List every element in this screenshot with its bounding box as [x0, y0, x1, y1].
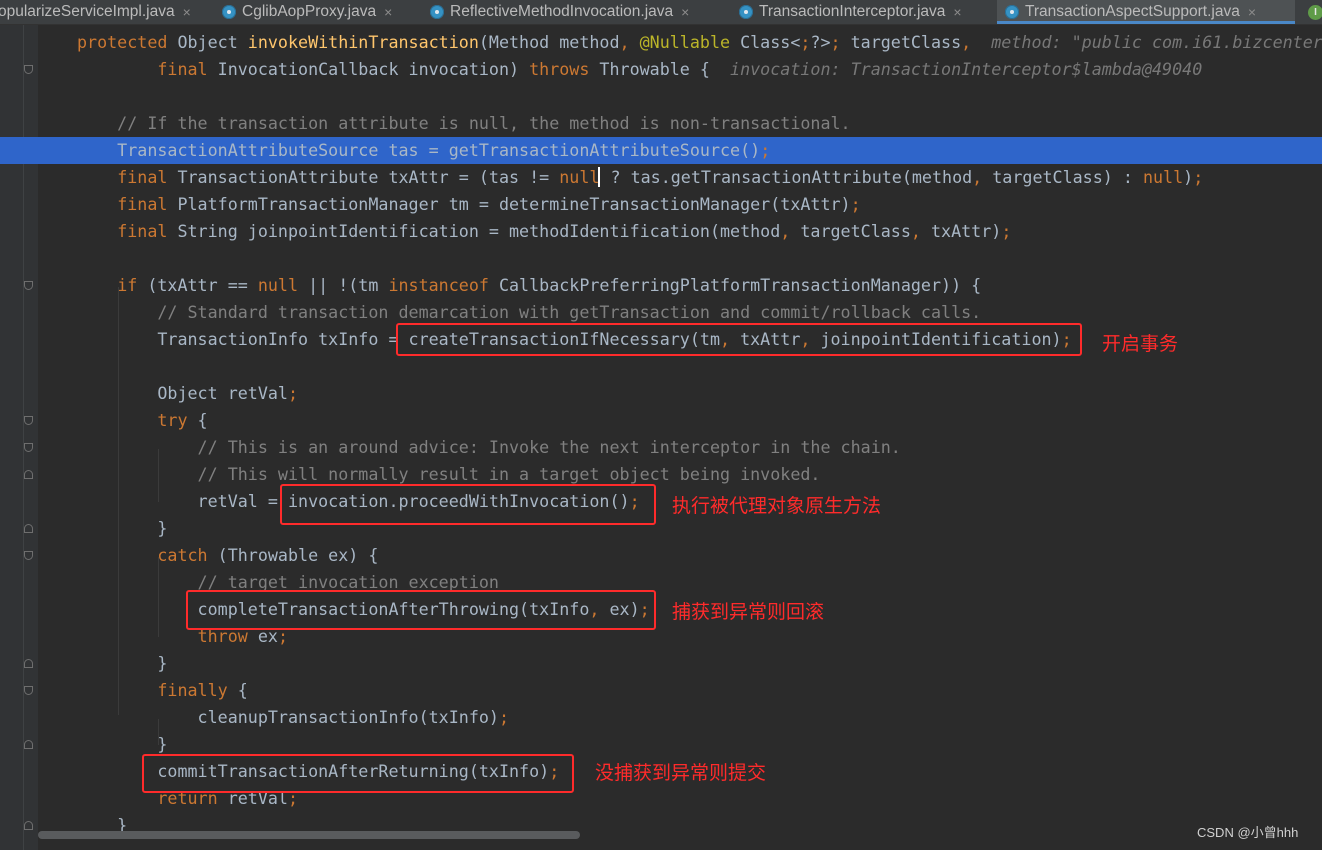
tab-5[interactable]: I — [1294, 0, 1322, 24]
code-text: Object retVal; — [77, 383, 299, 403]
tab-2[interactable]: ReflectiveMethodInvocation.java × — [422, 0, 738, 24]
tab-1[interactable]: CglibAopProxy.java × — [214, 0, 426, 24]
code-text: final PlatformTransactionManager tm = de… — [117, 194, 861, 214]
code-line[interactable]: catch (Throwable ex) { — [0, 542, 1322, 569]
callout-box-proceed-invocation — [280, 484, 656, 525]
class-icon — [739, 5, 753, 19]
code-line[interactable]: cleanupTransactionInfo(txInfo); — [0, 704, 1322, 731]
horizontal-scrollbar[interactable] — [38, 831, 580, 839]
tab-label: ReflectiveMethodInvocation.java — [450, 3, 674, 20]
code-text: cleanupTransactionInfo(txInfo); — [77, 707, 510, 727]
code-line[interactable]: // If the transaction attribute is null,… — [0, 110, 1322, 137]
code-line[interactable]: protected Object invokeWithinTransaction… — [0, 29, 1322, 56]
code-line[interactable]: finally { — [0, 677, 1322, 704]
close-icon[interactable]: × — [681, 4, 689, 20]
close-icon[interactable]: × — [183, 4, 191, 20]
callout-box-commit-after-returning — [142, 754, 574, 793]
text-caret — [598, 167, 601, 187]
code-line[interactable]: try { — [0, 407, 1322, 434]
tab-label: opularizeServiceImpl.java — [0, 3, 175, 20]
code-text: // This is an around advice: Invoke the … — [77, 437, 901, 457]
code-line[interactable]: // Standard transaction demarcation with… — [0, 299, 1322, 326]
code-line[interactable]: final PlatformTransactionManager tm = de… — [0, 191, 1322, 218]
callout-open-transaction: 开启事务 — [1102, 333, 1179, 355]
indent-guide — [158, 449, 159, 502]
code-line[interactable]: retVal = invocation.proceedWithInvocatio… — [0, 488, 1322, 515]
code-line[interactable]: final String joinpointIdentification = m… — [0, 218, 1322, 245]
code-text: TransactionAttributeSource tas = getTran… — [77, 140, 771, 160]
tab-3[interactable]: TransactionInterceptor.java × — [731, 0, 1001, 24]
callout-commit-no-exception: 没捕获到异常则提交 — [595, 762, 767, 784]
tab-label: CglibAopProxy.java — [242, 3, 377, 20]
code-text: // Standard transaction demarcation with… — [77, 302, 982, 322]
code-text: protected Object invokeWithinTransaction… — [77, 32, 1322, 52]
code-line[interactable]: } — [0, 515, 1322, 542]
indent-guide — [158, 557, 159, 637]
code-line[interactable] — [0, 245, 1322, 272]
close-icon[interactable]: × — [953, 4, 961, 20]
code-line[interactable]: if (txAttr == null || !(tm instanceof Ca… — [0, 272, 1322, 299]
code-line[interactable] — [0, 353, 1322, 380]
code-text: try { — [157, 410, 208, 430]
code-text: final TransactionAttribute txAttr = (tas… — [117, 167, 1204, 187]
code-text: if (txAttr == null || !(tm instanceof Ca… — [117, 275, 982, 295]
indent-guide — [118, 287, 119, 715]
code-line[interactable] — [0, 83, 1322, 110]
close-icon[interactable]: × — [384, 4, 392, 20]
class-icon — [222, 5, 236, 19]
tab-4[interactable]: TransactionAspectSupport.java × — [997, 0, 1295, 24]
code-line[interactable]: } — [0, 650, 1322, 677]
code-text: final InvocationCallback invocation) thr… — [157, 59, 1203, 79]
code-line[interactable]: // This will normally result in a target… — [0, 461, 1322, 488]
class-icon — [430, 5, 444, 19]
callout-rollback-on-exception: 捕获到异常则回滚 — [672, 601, 825, 623]
tab-label: TransactionInterceptor.java — [759, 3, 946, 20]
code-line[interactable]: TransactionAttributeSource tas = getTran… — [0, 137, 1322, 164]
callout-box-complete-after-throwing — [186, 590, 656, 630]
watermark: CSDN @小曾hhh — [1197, 825, 1299, 840]
indent-guide — [158, 719, 159, 745]
close-icon[interactable]: × — [1248, 4, 1256, 20]
tab-label: TransactionAspectSupport.java — [1025, 3, 1240, 20]
code-text: } — [77, 653, 168, 673]
code-text: // If the transaction attribute is null,… — [77, 113, 851, 133]
callout-box-create-transaction — [396, 323, 1082, 356]
tab-0[interactable]: opularizeServiceImpl.java × — [0, 0, 210, 24]
code-text: catch (Throwable ex) { — [157, 545, 379, 565]
editor-tab-bar: opularizeServiceImpl.java × CglibAopProxy.… — [0, 0, 1322, 25]
interface-icon: I — [1308, 4, 1322, 20]
code-text: final String joinpointIdentification = m… — [117, 221, 1012, 241]
class-icon — [1005, 5, 1019, 19]
code-text: } — [77, 518, 168, 538]
code-editor[interactable]: protected Object invokeWithinTransaction… — [0, 25, 1322, 850]
code-line[interactable]: final InvocationCallback invocation) thr… — [0, 56, 1322, 83]
code-line[interactable]: Object retVal; — [0, 380, 1322, 407]
code-text: finally { — [157, 680, 248, 700]
code-line[interactable]: final TransactionAttribute txAttr = (tas… — [0, 164, 1322, 191]
code-line[interactable]: // This is an around advice: Invoke the … — [0, 434, 1322, 461]
callout-invoke-target: 执行被代理对象原生方法 — [672, 495, 882, 517]
